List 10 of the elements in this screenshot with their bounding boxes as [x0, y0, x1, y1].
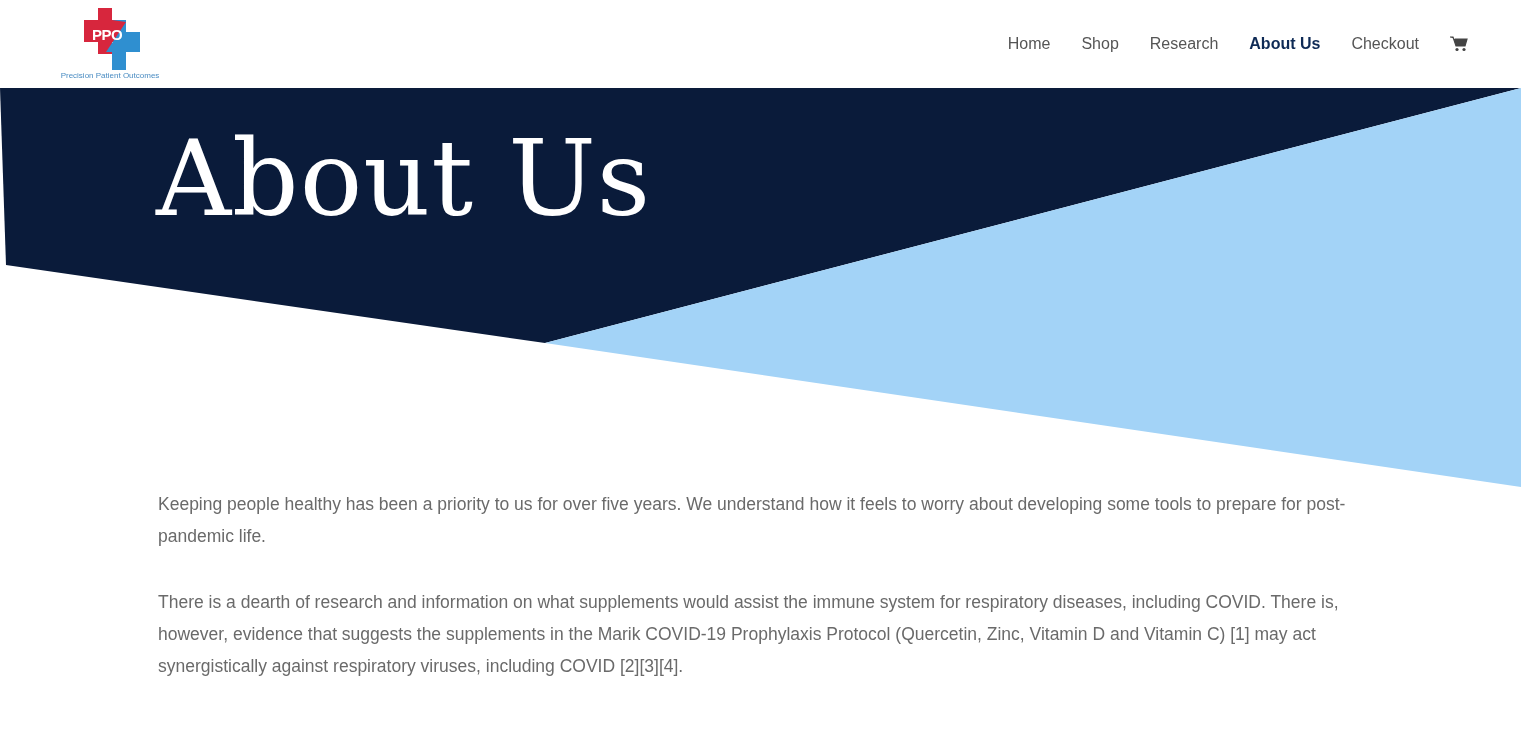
body-paragraph: There is a dearth of research and information on what supplements would assist the immune system for respiratory diseases, including COVID. There is, however, evidence that suggests the supplements in the Marik COVID-19 Prophylaxis Protocol (Quercetin, Zinc, Vitamin D and Vitamin C) [1] may act synergistically against respiratory viruses, including COVID [2][3][4].: [158, 591, 1340, 678]
brand-name: Precision Patient Outcomes: [60, 71, 160, 80]
nav-link[interactable]: Shop: [1081, 35, 1119, 53]
page-title: About Us: [156, 122, 652, 237]
body-paragraph: Keeping people healthy has been a priority to us for over five years. We understand how it feels to worry about developing some tools to prepare for post-pandemic life.: [158, 493, 1347, 548]
cart-icon[interactable]: [1450, 36, 1468, 52]
nav-link[interactable]: Checkout: [1351, 35, 1419, 53]
nav-link[interactable]: About Us: [1249, 35, 1321, 53]
nav-link[interactable]: Home: [1007, 35, 1051, 53]
nav-link[interactable]: Research: [1149, 35, 1219, 53]
